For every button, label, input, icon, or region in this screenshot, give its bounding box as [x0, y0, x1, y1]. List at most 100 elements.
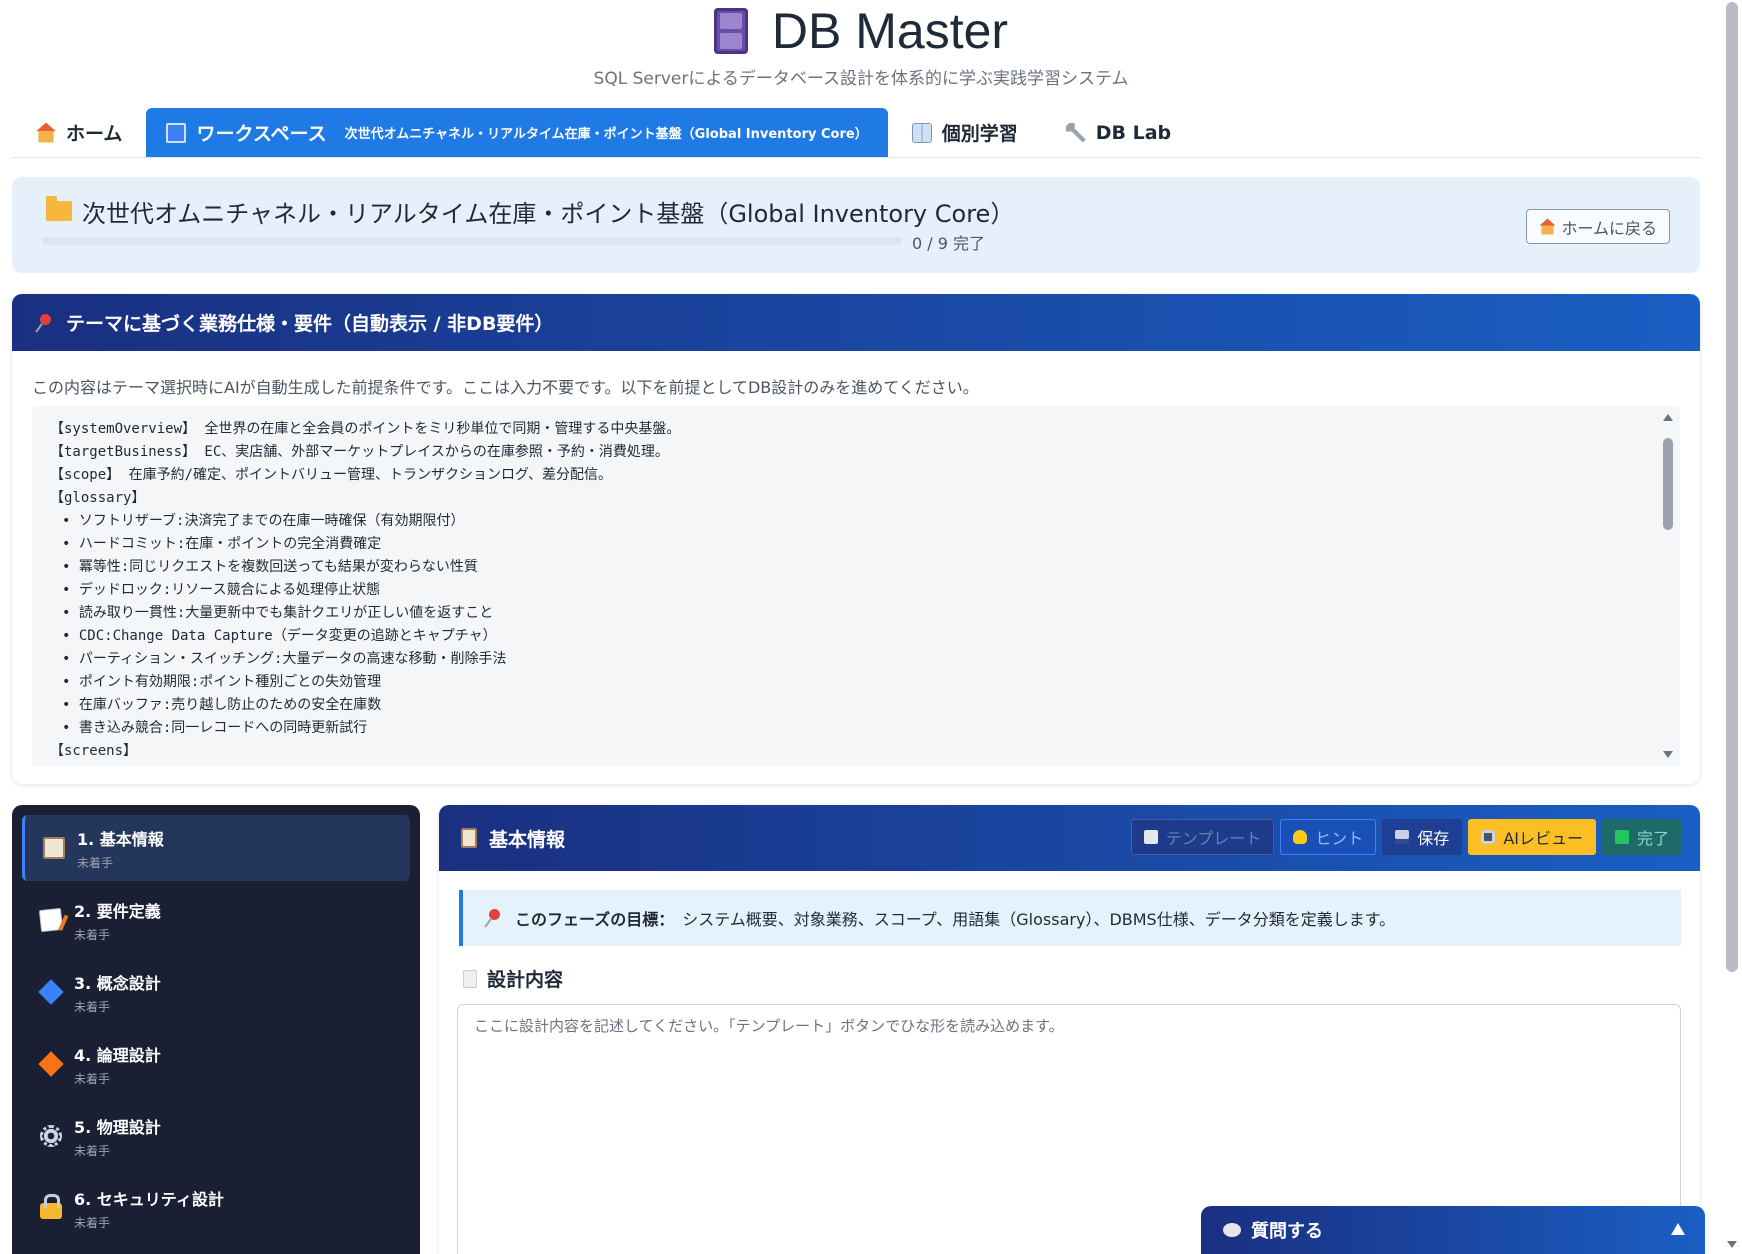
phase-label: 3. 概念設計	[74, 973, 161, 993]
app-title-text: DB Master	[771, 3, 1009, 59]
clipboard-icon	[461, 828, 477, 848]
home-back-button[interactable]: ホームに戻る	[1526, 209, 1670, 244]
project-panel: 次世代オムニチャネル・リアルタイム在庫・ポイント基盤（Global Invent…	[12, 177, 1700, 273]
ai-review-button-label: AIレビュー	[1503, 829, 1583, 848]
document-icon	[1143, 830, 1158, 844]
editor-header: 基本情報 テンプレート ヒント 保存 AIレビュー 完了	[439, 805, 1700, 871]
phase-label: 2. 要件定義	[74, 901, 161, 921]
scroll-down-arrow-icon[interactable]	[1663, 751, 1673, 758]
hint-button[interactable]: ヒント	[1280, 819, 1377, 855]
sidebar-item-basic-info[interactable]: 1. 基本情報 未着手	[22, 815, 410, 881]
scroll-up-arrow-icon[interactable]	[1663, 414, 1673, 421]
template-button[interactable]: テンプレート	[1130, 819, 1275, 855]
book-icon	[911, 122, 932, 143]
hint-button-label: ヒント	[1315, 829, 1364, 848]
phase-label: 4. 論理設計	[74, 1045, 161, 1065]
pushpin-icon	[36, 313, 54, 332]
editor-title: 基本情報	[489, 828, 566, 851]
phase-label: 1. 基本情報	[77, 829, 164, 849]
requirements-line: 【glossary】	[50, 490, 146, 506]
phase-status: 未着手	[74, 1143, 111, 1158]
project-progress-bar	[42, 237, 902, 245]
page-icon	[463, 969, 477, 988]
requirements-line: 【scope】 在庫予約/確定、ポイントバリュー管理、トランザクションログ、差分…	[50, 467, 613, 483]
app-subtitle: SQL Serverによるデータベース設計を体系的に学ぶ実践学習システム	[593, 69, 1129, 89]
tab-home-label: ホーム	[66, 123, 123, 145]
laptop-icon	[166, 122, 187, 143]
blue-diamond-icon	[38, 979, 64, 1005]
requirements-line: • 書き込み競合:同一レコードへの同時更新試行	[62, 720, 368, 736]
ask-question-label: 質問する	[1251, 1221, 1323, 1242]
tab-workspace-label: ワークスペース	[196, 123, 327, 145]
robot-icon	[1481, 830, 1496, 844]
tab-workspace-project: 次世代オムニチャネル・リアルタイム在庫・ポイント基盤（Global Invent…	[344, 127, 868, 142]
scroll-down-arrow-icon[interactable]	[1727, 1241, 1737, 1248]
gear-icon	[40, 1125, 62, 1147]
design-content-label-text: 設計内容	[487, 969, 564, 991]
sidebar-item-logical-design[interactable]: 4. 論理設計 未着手	[22, 1031, 410, 1097]
requirements-line: • ソフトリザーブ:決済完了までの在庫一時確保（有効期限付）	[62, 513, 465, 529]
requirements-text-box[interactable]: 【systemOverview】 全世界の在庫と全会員のポイントをミリ秒単位で同…	[32, 406, 1680, 766]
check-icon	[1614, 830, 1629, 844]
save-button[interactable]: 保存	[1382, 819, 1463, 855]
phase-label: 6. セキュリティ設計	[74, 1189, 224, 1209]
orange-diamond-icon	[38, 1051, 64, 1077]
sidebar-item-requirements[interactable]: 2. 要件定義 未着手	[22, 887, 410, 953]
house-icon	[1539, 218, 1556, 235]
requirements-line: • パーティション・スイッチング:大量データの高速な移動・削除手法	[62, 651, 507, 667]
template-button-label: テンプレート	[1165, 829, 1262, 848]
requirements-lines: 【systemOverview】 全世界の在庫と全会員のポイントをミリ秒単位で同…	[50, 418, 1640, 763]
lock-icon	[40, 1194, 62, 1219]
phase-status: 未着手	[77, 855, 114, 870]
file-cabinet-icon	[713, 8, 748, 54]
ai-review-button[interactable]: AIレビュー	[1468, 819, 1596, 855]
design-content-label: 設計内容	[463, 965, 563, 992]
project-progress-text: 0 / 9 完了	[912, 234, 986, 253]
page: DB Master SQL Serverによるデータベース設計を体系的に学ぶ実践…	[0, 0, 1722, 1254]
requirements-line: • 冪等性:同じリクエストを複数回送っても結果が変わらない性質	[62, 559, 478, 575]
tab-individual-study[interactable]: 個別学習	[888, 108, 1042, 157]
requirements-line: • デッドロック:リソース競合による処理停止状態	[62, 582, 381, 598]
sidebar-item-security-design[interactable]: 6. セキュリティ設計 未着手	[22, 1175, 410, 1241]
phase-sidebar: 1. 基本情報 未着手 2. 要件定義 未着手 3. 概念設計 未着手 4. 論…	[12, 805, 420, 1254]
phase-status: 未着手	[74, 999, 111, 1014]
main-tabs: ホーム ワークスペース 次世代オムニチャネル・リアルタイム在庫・ポイント基盤（G…	[12, 108, 1700, 158]
scroll-thumb[interactable]	[1663, 438, 1673, 530]
requirements-line: • ポイント有効期限:ポイント種別ごとの失効管理	[62, 674, 382, 690]
complete-button-label: 完了	[1636, 829, 1669, 848]
requirements-line: • ハードコミット:在庫・ポイントの完全消費確定	[62, 536, 382, 552]
phase-editor: 基本情報 テンプレート ヒント 保存 AIレビュー 完了 このフェーズの目標： …	[439, 805, 1700, 1254]
phase-goal-box: このフェーズの目標： システム概要、対象業務、スコープ、用語集（Glossary…	[459, 890, 1681, 946]
memo-icon	[38, 907, 64, 933]
phase-status: 未着手	[74, 927, 111, 942]
house-icon	[36, 122, 56, 143]
complete-button[interactable]: 完了	[1601, 819, 1682, 855]
floppy-disk-icon	[1395, 830, 1410, 844]
clipboard-icon	[43, 837, 65, 859]
requirements-line: 【systemOverview】 全世界の在庫と全会員のポイントをミリ秒単位で同…	[50, 421, 681, 437]
requirements-title: テーマに基づく業務仕様・要件（自動表示 / 非DB要件）	[66, 313, 554, 335]
tab-db-lab-label: DB Lab	[1095, 121, 1172, 144]
requirements-scrollbar[interactable]	[1662, 412, 1674, 760]
wrench-icon	[1065, 122, 1086, 143]
sidebar-item-conceptual-design[interactable]: 3. 概念設計 未着手	[22, 959, 410, 1025]
tab-home[interactable]: ホーム	[12, 108, 146, 157]
sidebar-item-physical-design[interactable]: 5. 物理設計 未着手	[22, 1103, 410, 1169]
ask-question-widget[interactable]: 質問する	[1201, 1206, 1705, 1254]
speech-bubble-icon	[1223, 1223, 1241, 1237]
page-scrollbar[interactable]	[1722, 0, 1742, 1254]
goal-label: このフェーズの目標：	[515, 910, 675, 929]
tab-workspace[interactable]: ワークスペース 次世代オムニチャネル・リアルタイム在庫・ポイント基盤（Globa…	[146, 108, 888, 157]
requirements-line: 【targetBusiness】 EC、実店舗、外部マーケットプレイスからの在庫…	[50, 444, 669, 460]
goal-text: システム概要、対象業務、スコープ、用語集（Glossary）、DBMS仕様、デー…	[682, 910, 1396, 929]
page-scroll-thumb[interactable]	[1726, 2, 1738, 972]
tab-db-lab[interactable]: DB Lab	[1042, 108, 1195, 157]
phase-status: 未着手	[74, 1215, 111, 1230]
tab-individual-study-label: 個別学習	[941, 123, 1018, 145]
pushpin-icon	[485, 909, 503, 927]
save-button-label: 保存	[1417, 829, 1450, 848]
chevron-up-icon[interactable]	[1671, 1223, 1685, 1235]
home-back-label: ホームに戻る	[1561, 218, 1657, 238]
requirements-line: • 在庫バッファ:売り越し防止のための安全在庫数	[62, 697, 382, 713]
lightbulb-icon	[1293, 830, 1308, 844]
